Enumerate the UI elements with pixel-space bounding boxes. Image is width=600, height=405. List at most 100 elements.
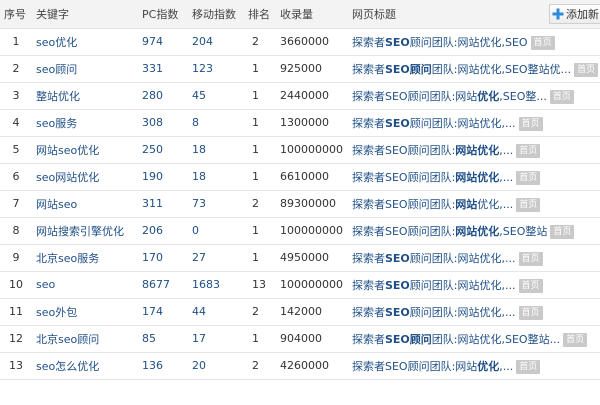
page-title-link[interactable]: 探索者SEO顾问团队:网站优化,SEO整站优... bbox=[352, 63, 571, 76]
row-index: 2 bbox=[12, 62, 20, 75]
page-title-link[interactable]: 探索者SEO顾问团队:网站优化,... bbox=[352, 252, 516, 265]
keyword-link[interactable]: seo顾问 bbox=[36, 63, 77, 76]
keyword-link[interactable]: seo网站优化 bbox=[36, 171, 99, 184]
homepage-badge: 首页 bbox=[516, 143, 541, 158]
pc-index-link[interactable]: 311 bbox=[142, 197, 163, 210]
mobile-index-link[interactable]: 1683 bbox=[192, 278, 220, 291]
mobile-index-link[interactable]: 123 bbox=[192, 62, 213, 75]
title-text-rest: 优化,... bbox=[477, 197, 514, 211]
keyword-link[interactable]: seo优化 bbox=[36, 36, 77, 49]
page-title-link[interactable]: 探索者SEO顾问团队:网站优化,SEO整站 bbox=[352, 225, 547, 238]
page-title-cell: 探索者SEO顾问团队:网站优化,... 首页 bbox=[348, 271, 600, 298]
row-index: 13 bbox=[9, 359, 23, 372]
page-title-link[interactable]: 探索者SEO顾问团队:网站优化,... bbox=[352, 306, 516, 319]
pc-index-link[interactable]: 174 bbox=[142, 305, 163, 318]
keyword-cell: seo怎么优化 bbox=[32, 352, 138, 379]
mobile-index-cell: 0 bbox=[188, 217, 244, 244]
pc-index-link[interactable]: 280 bbox=[142, 89, 163, 102]
rank-value: 1 bbox=[252, 143, 259, 156]
page-title-link[interactable]: 探索者SEO顾问团队:网站优化,... bbox=[352, 279, 516, 292]
homepage-badge: 首页 bbox=[518, 305, 543, 320]
page-title-cell: 探索者SEO顾问团队:网站优化,... 首页 bbox=[348, 109, 600, 136]
mobile-index-link[interactable]: 204 bbox=[192, 35, 213, 48]
mobile-index-link[interactable]: 8 bbox=[192, 116, 199, 129]
mobile-index-cell: 44 bbox=[188, 298, 244, 325]
pc-index-link[interactable]: 250 bbox=[142, 143, 163, 156]
pc-index-link[interactable]: 85 bbox=[142, 332, 156, 345]
table-row: 13 seo怎么优化 136 20 2 4260000 探索者SEO顾问团队:网站优化,..… bbox=[0, 352, 600, 379]
pc-index-link[interactable]: 206 bbox=[142, 224, 163, 237]
rank-value: 1 bbox=[252, 332, 259, 345]
page-title-link[interactable]: 探索者SEO顾问团队:网站优化,... bbox=[352, 144, 513, 157]
keyword-link[interactable]: seo服务 bbox=[36, 117, 77, 130]
keyword-link[interactable]: 网站seo优化 bbox=[36, 144, 99, 157]
mobile-index-link[interactable]: 27 bbox=[192, 251, 206, 264]
title-text: 探索者SEO顾问团队:网站 bbox=[352, 359, 478, 373]
title-text-rest: 顾问团队:网站优化,SEO bbox=[409, 35, 528, 49]
title-highlight: SEO顾问 bbox=[385, 62, 432, 76]
page-title-link[interactable]: 探索者SEO顾问团队:网站优化,... bbox=[352, 198, 513, 211]
indexed-count-value: 100000000 bbox=[280, 143, 343, 156]
add-new-button[interactable]: 添加新 bbox=[549, 4, 600, 24]
mobile-index-link[interactable]: 17 bbox=[192, 332, 206, 345]
pc-index-link[interactable]: 308 bbox=[142, 116, 163, 129]
page-title-link[interactable]: 探索者SEO顾问团队:网站优化,... bbox=[352, 117, 516, 130]
mobile-index-link[interactable]: 73 bbox=[192, 197, 206, 210]
title-text: 探索者 bbox=[352, 278, 385, 292]
title-text: 探索者 bbox=[352, 62, 385, 76]
title-highlight: 优化 bbox=[477, 89, 500, 103]
mobile-index-link[interactable]: 20 bbox=[192, 359, 206, 372]
keyword-link[interactable]: 网站seo bbox=[36, 198, 77, 211]
pc-index-link[interactable]: 170 bbox=[142, 251, 163, 264]
homepage-badge: 首页 bbox=[563, 332, 588, 347]
table-row: 10 seo 8677 1683 13 100000000 探索者SEO顾问团队:网站优化,… bbox=[0, 271, 600, 298]
indexed-count-value: 89300000 bbox=[280, 197, 336, 210]
title-highlight: SEO bbox=[385, 251, 410, 265]
header-pc-index: PC指数 bbox=[138, 0, 188, 29]
header-rank: 排名 bbox=[244, 0, 276, 29]
pc-index-link[interactable]: 8677 bbox=[142, 278, 170, 291]
add-new-button-label: 添加新 bbox=[566, 8, 599, 21]
keyword-link[interactable]: 网站搜索引擎优化 bbox=[36, 225, 124, 238]
pc-index-link[interactable]: 190 bbox=[142, 170, 163, 183]
page-title-link[interactable]: 探索者SEO顾问团队:网站优化,SEO bbox=[352, 36, 528, 49]
mobile-index-cell: 204 bbox=[188, 28, 244, 55]
row-index: 9 bbox=[12, 251, 20, 264]
mobile-index-link[interactable]: 45 bbox=[192, 89, 206, 102]
keyword-cell: seo网站优化 bbox=[32, 163, 138, 190]
page-title-link[interactable]: 探索者SEO顾问团队:网站优化,SEO整... bbox=[352, 90, 547, 103]
keyword-link[interactable]: 北京seo顾问 bbox=[36, 333, 99, 346]
table-row: 1 seo优化 974 204 2 3660000 探索者SEO顾问团队:网站优化,SEO 首… bbox=[0, 28, 600, 55]
table-row: 9 北京seo服务 170 27 1 4950000 探索者SEO顾问团队:网站优化,...… bbox=[0, 244, 600, 271]
mobile-index-link[interactable]: 18 bbox=[192, 143, 206, 156]
mobile-index-cell: 45 bbox=[188, 82, 244, 109]
pc-index-link[interactable]: 136 bbox=[142, 359, 163, 372]
mobile-index-link[interactable]: 44 bbox=[192, 305, 206, 318]
pc-index-cell: 85 bbox=[138, 325, 188, 352]
page-title-link[interactable]: 探索者SEO顾问团队:网站优化,... bbox=[352, 171, 513, 184]
keyword-link[interactable]: seo怎么优化 bbox=[36, 360, 99, 373]
homepage-badge: 首页 bbox=[518, 251, 543, 266]
page-title-link[interactable]: 探索者SEO顾问团队:网站优化,... bbox=[352, 360, 513, 373]
pc-index-cell: 311 bbox=[138, 190, 188, 217]
pc-index-link[interactable]: 974 bbox=[142, 35, 163, 48]
title-highlight: 网站优化 bbox=[455, 224, 500, 238]
keyword-link[interactable]: seo bbox=[36, 278, 55, 291]
title-text-rest: ,... bbox=[499, 170, 514, 184]
keyword-link[interactable]: 北京seo服务 bbox=[36, 252, 99, 265]
header-index: 序号 bbox=[0, 0, 32, 29]
mobile-index-link[interactable]: 18 bbox=[192, 170, 206, 183]
table-row: 7 网站seo 311 73 2 89300000 探索者SEO顾问团队:网站优化,... 首… bbox=[0, 190, 600, 217]
row-index: 5 bbox=[12, 143, 20, 156]
table-row: 6 seo网站优化 190 18 1 6610000 探索者SEO顾问团队:网站优化,...… bbox=[0, 163, 600, 190]
keyword-link[interactable]: 整站优化 bbox=[36, 90, 80, 103]
pc-index-link[interactable]: 331 bbox=[142, 62, 163, 75]
title-text-rest: 团队:网站优化,SEO整站优... bbox=[431, 62, 572, 76]
page-title-link[interactable]: 探索者SEO顾问团队:网站优化,SEO整站... bbox=[352, 333, 560, 346]
rank-value: 1 bbox=[252, 89, 259, 102]
mobile-index-cell: 123 bbox=[188, 55, 244, 82]
keyword-cell: seo外包 bbox=[32, 298, 138, 325]
rank-value: 2 bbox=[252, 305, 259, 318]
mobile-index-link[interactable]: 0 bbox=[192, 224, 199, 237]
keyword-link[interactable]: seo外包 bbox=[36, 306, 77, 319]
